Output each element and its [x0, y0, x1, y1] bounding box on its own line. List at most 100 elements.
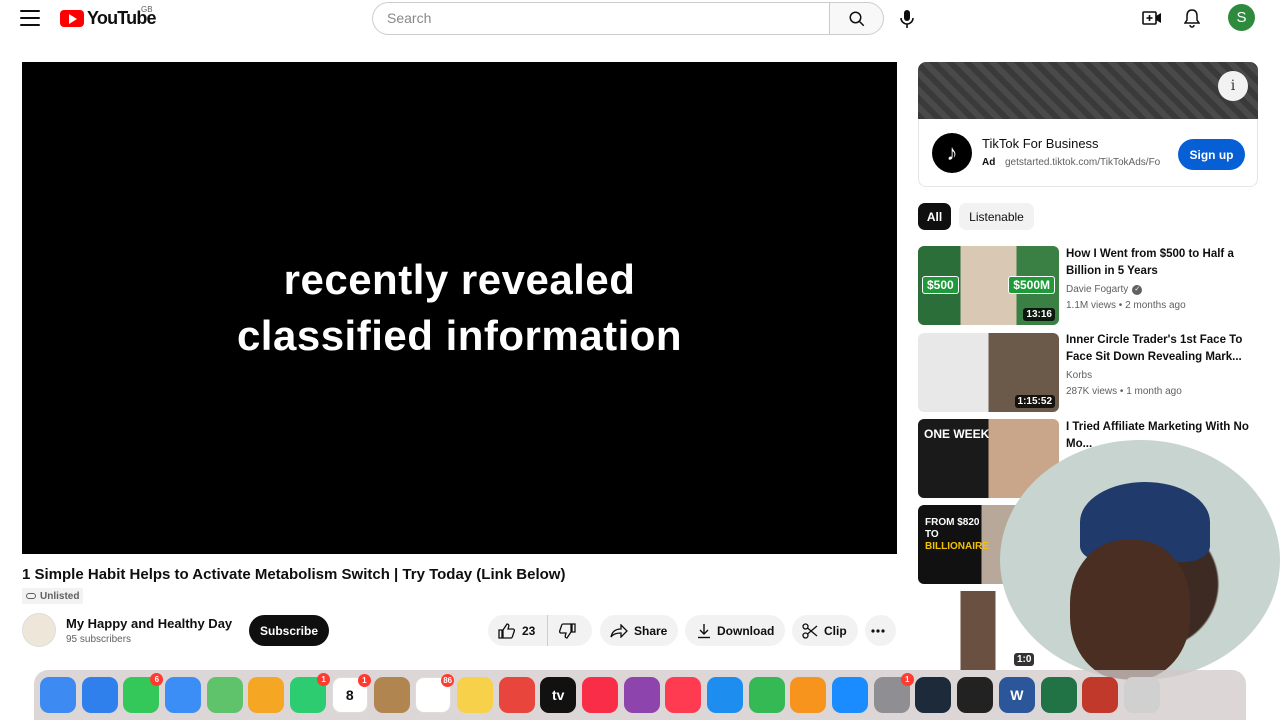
- share-icon: [610, 623, 628, 638]
- dock-icon-text: tv: [552, 687, 565, 703]
- search-icon: [849, 11, 864, 26]
- maps-icon[interactable]: [206, 677, 243, 713]
- verified-icon: ✓: [1132, 284, 1143, 295]
- facetime-icon[interactable]: 1: [290, 673, 331, 713]
- recommendation-channel[interactable]: Davie Fogarty ✓: [1066, 284, 1143, 295]
- ad-title[interactable]: TikTok For Business: [982, 136, 1099, 151]
- app-store-icon[interactable]: [832, 677, 869, 713]
- download-button[interactable]: Download: [685, 615, 785, 646]
- scissors-icon: [802, 622, 818, 639]
- podcasts-icon[interactable]: [623, 677, 660, 713]
- photos-icon[interactable]: [248, 677, 285, 713]
- excel-icon[interactable]: [1040, 677, 1077, 713]
- link-icon: [26, 593, 36, 599]
- caption-line-1: recently revealed: [283, 256, 636, 303]
- video-player[interactable]: recently revealed classified information: [22, 62, 897, 554]
- messages-icon[interactable]: 6: [123, 673, 164, 713]
- sign-up-button[interactable]: Sign up: [1178, 139, 1245, 170]
- channel-label: Davie Fogarty: [1066, 284, 1129, 295]
- finder-icon[interactable]: [40, 677, 76, 713]
- contacts-icon[interactable]: [373, 677, 410, 713]
- thumbnail-tag: $500M: [1008, 276, 1055, 294]
- thumbnail-tag: $500: [922, 276, 959, 294]
- webcam-overlay: [1000, 440, 1280, 680]
- like-dislike-group: 23: [488, 615, 592, 646]
- mail-icon[interactable]: [165, 677, 202, 713]
- view-count: 287K views: [1066, 386, 1118, 397]
- download-icon: [698, 623, 710, 638]
- safari-icon[interactable]: [81, 677, 118, 713]
- subscribe-button[interactable]: Subscribe: [249, 615, 329, 646]
- reminders-icon[interactable]: 86: [415, 674, 455, 713]
- recommendation-thumbnail[interactable]: 1:15:52: [918, 333, 1059, 412]
- settings-icon[interactable]: 1: [873, 673, 914, 713]
- calendar-icon[interactable]: 81: [331, 674, 371, 713]
- recommendation-channel[interactable]: Korbs: [1066, 370, 1092, 381]
- menu-icon[interactable]: [20, 10, 40, 26]
- youtube-play-icon: [60, 9, 84, 27]
- numbers-icon[interactable]: [748, 677, 785, 713]
- ad-tag: Ad: [982, 157, 996, 168]
- final-cut-icon[interactable]: [957, 677, 994, 713]
- top-bar: YouTube GB Search S: [0, 0, 1280, 40]
- keynote-icon[interactable]: [707, 677, 743, 713]
- quicktime-icon[interactable]: [915, 677, 952, 713]
- more-actions-button[interactable]: [865, 615, 896, 646]
- chip-listenable[interactable]: Listenable: [959, 203, 1034, 230]
- info-icon[interactable]: i: [1218, 71, 1248, 101]
- photo-booth-icon[interactable]: [1082, 677, 1119, 713]
- region-label: GB: [141, 5, 153, 14]
- dislike-button[interactable]: [548, 615, 592, 646]
- word-icon[interactable]: W: [998, 677, 1035, 713]
- dock-icon-text: 8: [345, 687, 354, 703]
- recommendation-thumbnail[interactable]: $500 $500M 13:16: [918, 246, 1059, 325]
- like-button[interactable]: 23: [488, 615, 549, 646]
- subscriber-count: 95 subscribers: [66, 634, 132, 645]
- like-count: 23: [522, 623, 536, 638]
- trash-icon[interactable]: [1123, 677, 1160, 713]
- video-caption: recently revealed classified information: [237, 252, 682, 364]
- channel-name[interactable]: My Happy and Healthy Day: [66, 616, 232, 631]
- search-button[interactable]: [829, 2, 884, 35]
- account-avatar[interactable]: S: [1228, 4, 1255, 31]
- video-title: 1 Simple Habit Helps to Activate Metabol…: [22, 566, 566, 583]
- unlisted-label: Unlisted: [40, 590, 80, 602]
- unlisted-badge: Unlisted: [22, 588, 84, 604]
- pages-icon[interactable]: [790, 677, 827, 713]
- download-label: Download: [717, 623, 775, 638]
- clip-label: Clip: [824, 623, 847, 638]
- caption-line-2: classified information: [236, 312, 683, 359]
- recommendation-title[interactable]: Inner Circle Trader's 1st Face To Face S…: [1066, 332, 1251, 366]
- duration-badge: 13:16: [1023, 308, 1055, 321]
- more-horizontal-icon: [870, 628, 885, 633]
- search-input[interactable]: Search: [372, 2, 830, 35]
- chip-all[interactable]: All: [918, 203, 951, 230]
- upload-age: 1 month ago: [1126, 386, 1182, 397]
- create-icon[interactable]: [1140, 7, 1164, 29]
- share-button[interactable]: Share: [600, 615, 678, 646]
- thumbnail-label: FROM $820 TO BILLIONAIRE: [925, 517, 989, 553]
- notifications-bell-icon[interactable]: [1180, 7, 1204, 29]
- duration-badge: 1:15:52: [1014, 395, 1055, 408]
- chrome-icon[interactable]: [498, 677, 535, 713]
- thumbnail-label: ONE WEEK: [924, 427, 990, 441]
- duration-badge: 1:0: [1014, 653, 1035, 666]
- tv-icon[interactable]: tv: [540, 677, 577, 713]
- channel-avatar[interactable]: [22, 613, 56, 647]
- mic-icon[interactable]: [896, 8, 918, 30]
- recommendation-meta: 287K views • 1 month ago: [1066, 386, 1182, 397]
- channel-label: Korbs: [1066, 370, 1093, 381]
- notes-icon[interactable]: [456, 677, 493, 713]
- thumbnail-label-line: TO: [925, 529, 939, 540]
- macos-dock: 6 1 8 1 86 tv 1 W: [34, 670, 1246, 720]
- recommendation-title[interactable]: How I Went from $500 to Half a Billion i…: [1066, 246, 1251, 280]
- thumbs-up-icon: [498, 622, 516, 639]
- dock-icon-text: W: [1010, 687, 1024, 703]
- thumbnail-label-line: FROM $820: [925, 517, 980, 528]
- news-icon[interactable]: [665, 677, 702, 713]
- clip-button[interactable]: Clip: [792, 615, 858, 646]
- notification-badge: 86: [441, 674, 455, 687]
- ad-banner[interactable]: [918, 62, 1258, 119]
- view-count: 1.1M views: [1066, 300, 1117, 311]
- music-icon[interactable]: [581, 677, 618, 713]
